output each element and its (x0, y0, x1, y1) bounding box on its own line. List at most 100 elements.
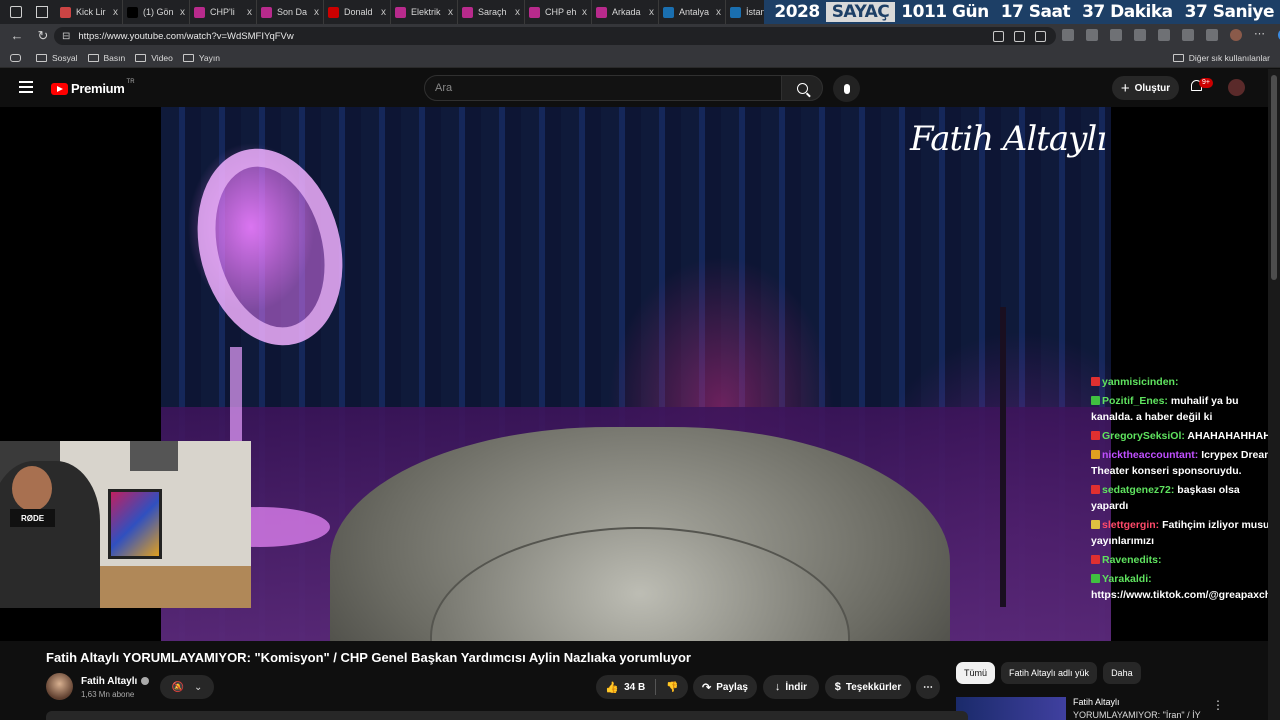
tab-close-icon[interactable]: x (716, 7, 721, 18)
counter-seconds: 37 Saniye (1184, 2, 1275, 22)
chat-message: nicktheaccountant: Icrypex Dream Theater… (1091, 447, 1268, 479)
subscribed-button[interactable]: 🔕 ⌄ (160, 675, 214, 699)
chat-badge-icon (1091, 377, 1100, 386)
tab-favicon-icon (395, 6, 406, 18)
chat-message: Ravenedits: (1091, 552, 1268, 568)
browser-tab[interactable]: (1) Gön x (123, 0, 190, 24)
tab-close-icon[interactable]: x (515, 7, 520, 18)
counter-minutes: 37 Dakika (1082, 2, 1173, 22)
recommended-video-title[interactable]: YORUMLAYAMIYOR: "İran" / İY (1073, 710, 1201, 720)
share-button[interactable]: ↷ Paylaş (693, 675, 757, 699)
more-menu-icon[interactable]: ⋯ (1254, 29, 1266, 41)
browser-tab[interactable]: Donald x (324, 0, 391, 24)
chat-username: slettgergin: (1102, 519, 1160, 531)
recommendation-filters: Tümü Fatih Altaylı adlı yük Daha (956, 662, 1141, 684)
profile-avatar[interactable] (1230, 29, 1242, 41)
search-input[interactable] (425, 76, 781, 100)
tab-close-icon[interactable]: x (582, 7, 587, 18)
download-button[interactable]: ↓ İndir (763, 675, 819, 699)
chat-message: sedatgenez72: başkası olsa yapardı (1091, 482, 1268, 514)
chat-badge-icon (1091, 431, 1100, 440)
tab-actions-icon[interactable] (36, 6, 48, 18)
tab-close-icon[interactable]: x (448, 7, 453, 18)
browser-tab[interactable]: Son Da x (257, 0, 324, 24)
extension-icons: ⋯ (1062, 29, 1280, 41)
dislike-icon[interactable]: 👎 (666, 682, 678, 693)
bookmarks-bar: Sosyal Basın Video Yayın Diğer sık kulla… (0, 48, 1280, 68)
bell-off-icon: 🔕 (171, 681, 185, 693)
description-box[interactable] (46, 711, 968, 720)
create-button[interactable]: + Oluştur (1112, 76, 1179, 100)
filter-chip-all[interactable]: Tümü (956, 662, 996, 684)
youtube-premium-logo[interactable]: Premium TR (51, 79, 135, 96)
tab-list: Kick Lir x (1) Gön x CHP'li x Son Da x Donald x El… (56, 0, 793, 24)
bookmark-folder-press[interactable]: Basın (87, 53, 125, 63)
recommended-more-icon[interactable]: ⋮ (1212, 698, 1224, 712)
bookmark-folder-stream[interactable]: Yayın (182, 53, 220, 63)
tab-close-icon[interactable]: x (180, 7, 185, 18)
channel-avatar[interactable] (46, 673, 73, 700)
url-text: https://www.youtube.com/watch?v=WdSMFIYq… (78, 30, 294, 42)
tab-close-icon[interactable]: x (649, 7, 654, 18)
like-count[interactable]: 34 B (624, 682, 645, 693)
chat-badge-icon (1091, 520, 1100, 529)
browser-tab[interactable]: CHP eh x (525, 0, 592, 24)
scrollbar-thumb[interactable] (1271, 75, 1277, 280)
chevron-down-icon: ⌄ (194, 681, 203, 693)
workspaces-icon[interactable] (10, 6, 22, 18)
account-avatar[interactable] (1228, 79, 1245, 96)
counter-days: 1011 Gün (901, 2, 989, 22)
browser-tab[interactable]: Saraçh x (458, 0, 525, 24)
notification-badge: 9+ (1199, 78, 1213, 88)
tab-label: Arkada (612, 7, 641, 17)
back-icon[interactable]: ← (8, 27, 26, 45)
url-field[interactable]: ⊟ https://www.youtube.com/watch?v=WdSMFI… (54, 27, 1056, 45)
bookmark-folder-video[interactable]: Video (135, 53, 173, 63)
like-icon[interactable]: 👍 (605, 681, 619, 694)
subscriber-count: 1,63 Mn abone (81, 690, 135, 699)
favorites-icon[interactable] (1182, 29, 1194, 41)
menu-icon[interactable] (19, 81, 33, 93)
like-dislike-group: 👍 34 B 👎 (596, 675, 688, 699)
tab-close-icon[interactable]: x (314, 7, 319, 18)
favorite-star-icon[interactable] (1035, 30, 1046, 42)
browser-tab[interactable]: Kick Lir x (56, 0, 123, 24)
camera-tripod (1000, 307, 1006, 607)
bookmark-folder-social[interactable]: Sosyal (36, 53, 78, 63)
browser-tab[interactable]: CHP'li x (190, 0, 257, 24)
split-screen-icon[interactable] (1158, 29, 1170, 41)
extension-icon[interactable] (1110, 29, 1122, 41)
stream-chat-overlay: yanmisicinden: Pozitif_Enes: muhalif ya … (1091, 374, 1268, 606)
extensions-puzzle-icon[interactable] (1134, 29, 1146, 41)
bookmarks-tab-icon[interactable] (10, 53, 26, 62)
voice-search-button[interactable] (833, 75, 860, 102)
reader-icon[interactable] (1014, 30, 1025, 42)
share-icon: ↷ (702, 681, 712, 694)
chat-username: yanmisicinden: (1102, 376, 1179, 388)
browser-tab[interactable]: Arkada x (592, 0, 659, 24)
browser-tab[interactable]: Elektrik x (391, 0, 458, 24)
extension-icon[interactable] (1086, 29, 1098, 41)
more-actions-button[interactable]: ⋯ (916, 675, 940, 699)
page-scrollbar[interactable] (1268, 69, 1280, 720)
tab-close-icon[interactable]: x (381, 7, 386, 18)
counter-year: 2028 (774, 2, 820, 22)
recommended-video-channel[interactable]: Fatih Altaylı (1073, 697, 1120, 707)
other-bookmarks[interactable]: Diğer sık kullanılanlar (1172, 53, 1270, 63)
browser-tab[interactable]: Antalya x (659, 0, 726, 24)
site-info-icon[interactable]: ⊟ (62, 31, 70, 42)
tab-close-icon[interactable]: x (113, 7, 118, 18)
reload-icon[interactable]: ↻ (34, 27, 52, 45)
recommended-video-thumbnail[interactable] (956, 697, 1066, 720)
video-player[interactable]: Fatih Altaylı RØDE yanmisicinden: Poziti… (0, 107, 1268, 641)
filter-chip-more[interactable]: Daha (1103, 662, 1141, 684)
search-button[interactable] (781, 75, 823, 101)
channel-name[interactable]: Fatih Altaylı (81, 676, 150, 687)
tab-close-icon[interactable]: x (247, 7, 252, 18)
filter-chip-channel[interactable]: Fatih Altaylı adlı yük (1001, 662, 1098, 684)
translate-icon[interactable] (993, 30, 1004, 42)
collections-icon[interactable] (1206, 29, 1218, 41)
video-watermark: Fatih Altaylı (910, 119, 1107, 159)
thanks-button[interactable]: $ Teşekkürler (825, 675, 911, 699)
extension-icon[interactable] (1062, 29, 1074, 41)
